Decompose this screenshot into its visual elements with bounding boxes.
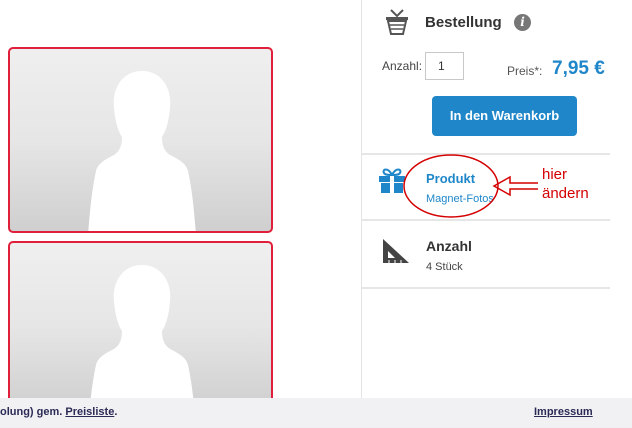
impressum-link[interactable]: Impressum [534,406,593,418]
annotation-note: hier [542,166,568,183]
red-annotation-overlay [403,154,538,218]
annotation-note: ändern [542,185,589,202]
footer-text: olung) gem. Preisliste. [0,406,117,418]
footer-bar: olung) gem. Preisliste. Impressum [0,398,632,428]
footer-text-prefix: olung) gem. [0,406,66,418]
footer-text-suffix: . [114,406,118,418]
price-list-link[interactable]: Preisliste [65,406,114,418]
